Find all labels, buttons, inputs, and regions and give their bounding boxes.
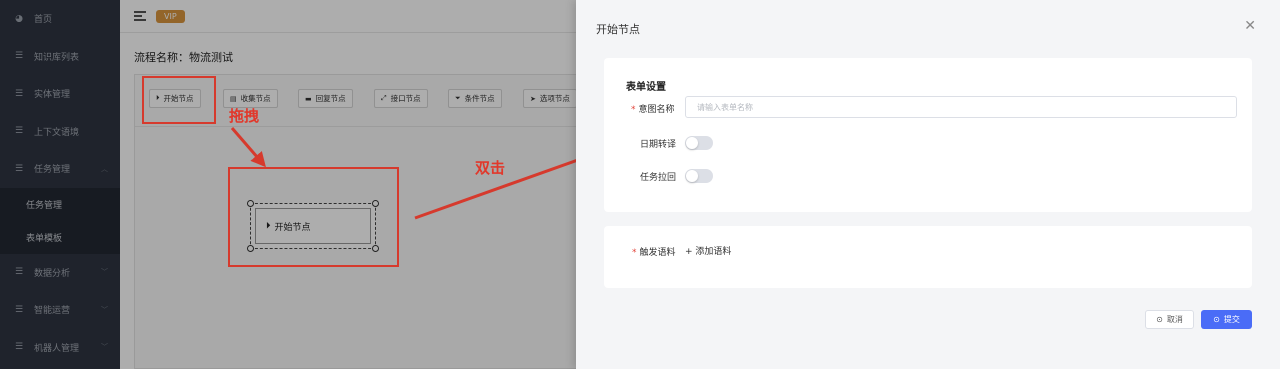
vip-badge: VIP bbox=[156, 9, 185, 23]
form-settings-title: 表单设置 bbox=[626, 82, 666, 93]
node-label: 选项节点 bbox=[539, 94, 570, 103]
drawer-title: 开始节点 bbox=[596, 23, 640, 36]
node-label: 收集节点 bbox=[240, 94, 271, 103]
node-condition-button[interactable]: ⏷ 条件节点 bbox=[448, 89, 502, 108]
sidebar-subitem-form-template[interactable]: 表单模板 bbox=[0, 220, 120, 254]
pointer-icon: ➤ bbox=[530, 94, 536, 103]
sidebar-subitem-task[interactable]: 任务管理 bbox=[0, 187, 120, 221]
sidebar-item-label: 上下文语境 bbox=[34, 127, 80, 138]
sidebar-item-context[interactable]: ☰ 上下文语境 bbox=[0, 113, 120, 151]
sidebar-item-home[interactable]: ◕ 首页 bbox=[0, 0, 120, 38]
required-mark: * bbox=[631, 105, 636, 115]
node-label: 条件节点 bbox=[464, 94, 495, 103]
collect-icon: ▤ bbox=[230, 94, 237, 103]
chevron-down-icon: ﹀ bbox=[101, 268, 108, 277]
sidebar-item-label: 智能运营 bbox=[34, 306, 71, 317]
intent-name-label: * 意图名称 bbox=[631, 102, 675, 115]
sidebar-item-label: 机器人管理 bbox=[34, 343, 80, 354]
annotation-highlight-canvas-node bbox=[228, 167, 399, 267]
api-icon: ⤢ bbox=[381, 94, 387, 102]
start-node-drawer: 开始节点 ✕ 表单设置 * 意图名称 请输入表单名称 日期转译 任务拉回 * 触发语… bbox=[576, 0, 1280, 369]
flow-title: 流程名称：物流测试 bbox=[134, 51, 233, 64]
sidebar-item-entity[interactable]: ☰ 实体管理 bbox=[0, 75, 120, 113]
form-settings-card: 表单设置 * 意图名称 请输入表单名称 日期转译 任务拉回 bbox=[604, 58, 1252, 212]
sidebar-item-robot[interactable]: ☰ 机器人管理 ﹀ bbox=[0, 329, 120, 367]
sidebar-item-label: 数据分析 bbox=[34, 268, 71, 279]
date-translate-toggle[interactable] bbox=[685, 136, 713, 150]
node-label: 接口节点 bbox=[390, 94, 421, 103]
trigger-corpus-text: 触发语料 bbox=[639, 248, 676, 258]
submit-label: 提交 bbox=[1223, 315, 1240, 324]
list-icon: ☰ bbox=[14, 304, 24, 315]
list-icon: ☰ bbox=[14, 267, 24, 278]
list-icon: ☰ bbox=[14, 342, 24, 353]
cancel-label: 取消 bbox=[1166, 315, 1183, 324]
submit-button[interactable]: ⊙ 提交 bbox=[1201, 310, 1252, 329]
sidebar-subitem-label: 表单模板 bbox=[26, 233, 63, 244]
task-pullback-toggle[interactable] bbox=[685, 169, 713, 183]
intent-name-text: 意图名称 bbox=[638, 105, 675, 115]
chevron-down-icon: ﹀ bbox=[101, 343, 108, 352]
sidebar-item-analytics[interactable]: ☰ 数据分析 ﹀ bbox=[0, 254, 120, 292]
date-translate-label: 日期转译 bbox=[640, 140, 677, 150]
chevron-up-icon: ︿ bbox=[101, 164, 108, 173]
menu-fold-icon[interactable] bbox=[134, 11, 146, 21]
sidebar-item-operations[interactable]: ☰ 智能运营 ﹀ bbox=[0, 291, 120, 329]
sidebar-item-task[interactable]: ☰ 任务管理 ︿ bbox=[0, 150, 120, 188]
node-option-button[interactable]: ➤ 选项节点 bbox=[523, 89, 577, 108]
add-corpus-button[interactable]: + 添加语料 bbox=[685, 244, 731, 257]
annotation-doubleclick-label: 双击 bbox=[475, 159, 506, 177]
trigger-corpus-card: * 触发语料 + 添加语料 bbox=[604, 226, 1252, 288]
required-mark: * bbox=[632, 248, 637, 258]
task-pullback-label: 任务拉回 bbox=[640, 173, 677, 183]
list-icon: ☰ bbox=[14, 163, 24, 174]
node-api-button[interactable]: ⤢ 接口节点 bbox=[374, 89, 428, 108]
check-circle-icon: ⊙ bbox=[1213, 315, 1220, 324]
chevron-down-icon: ﹀ bbox=[101, 305, 108, 314]
sidebar-item-label: 知识库列表 bbox=[34, 52, 80, 63]
list-icon: ☰ bbox=[14, 88, 24, 99]
sidebar-item-label: 实体管理 bbox=[34, 90, 71, 101]
node-label: 回复节点 bbox=[315, 94, 346, 103]
sidebar-subitem-label: 任务管理 bbox=[26, 200, 63, 211]
trigger-corpus-label: * 触发语料 bbox=[632, 245, 676, 258]
cancel-circle-icon: ⊙ bbox=[1156, 315, 1163, 324]
topbar: VIP bbox=[120, 0, 576, 33]
filter-icon: ⏷ bbox=[455, 94, 461, 102]
annotation-drag-label: 拖拽 bbox=[229, 107, 260, 125]
sidebar-item-label: 任务管理 bbox=[34, 165, 71, 176]
dashboard-icon: ◕ bbox=[15, 13, 23, 24]
sidebar-item-knowledge[interactable]: ☰ 知识库列表 bbox=[0, 38, 120, 76]
intent-name-input[interactable]: 请输入表单名称 bbox=[685, 96, 1237, 118]
annotation-highlight-start-button bbox=[142, 76, 216, 124]
sidebar: ◕ 首页 ☰ 知识库列表 ☰ 实体管理 ☰ 上下文语境 ☰ 任务管理 ︿ 任务管… bbox=[0, 0, 120, 369]
sidebar-item-label: 首页 bbox=[34, 15, 53, 26]
chat-icon: ▬ bbox=[305, 94, 312, 103]
cancel-button[interactable]: ⊙ 取消 bbox=[1145, 310, 1194, 329]
node-reply-button[interactable]: ▬ 回复节点 bbox=[298, 89, 353, 108]
list-icon: ☰ bbox=[14, 51, 24, 62]
close-icon[interactable]: ✕ bbox=[1244, 18, 1256, 34]
list-icon: ☰ bbox=[14, 126, 24, 137]
